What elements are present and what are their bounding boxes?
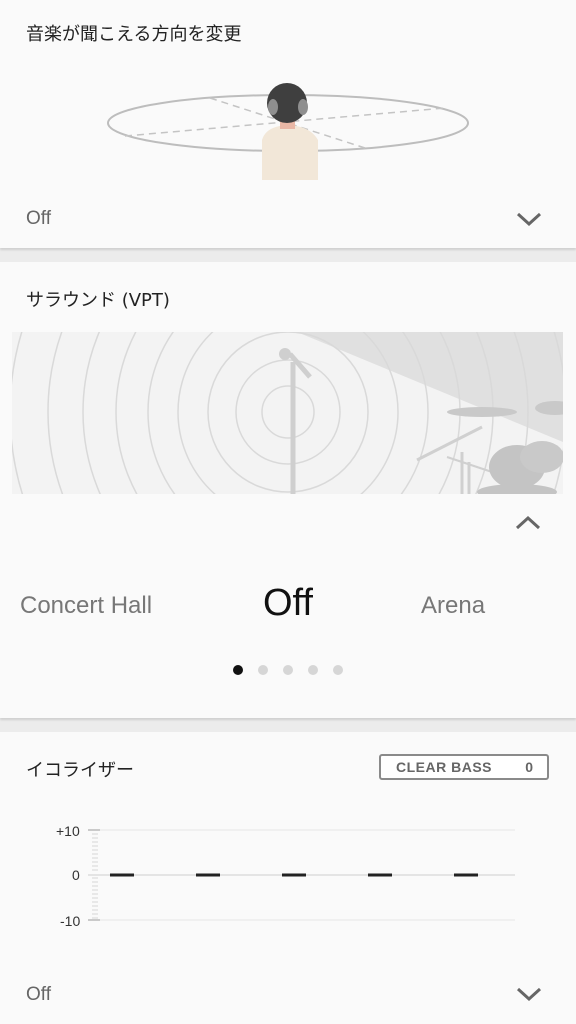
equalizer-card: イコライザー CLEAR BASS 0 +10 0 -10 Off (0, 732, 576, 1024)
page-dot[interactable] (258, 665, 268, 675)
clear-bass-label: CLEAR BASS (396, 759, 493, 775)
equalizer-value: Off (26, 984, 51, 1005)
sound-direction-title: 音楽が聞こえる方向を変更 (26, 24, 242, 45)
clear-bass-value: 0 (525, 759, 533, 775)
surround-banner-image (12, 332, 563, 494)
eq-band-handle[interactable] (454, 873, 478, 877)
page-dot[interactable] (283, 665, 293, 675)
eq-band-handle[interactable] (368, 873, 392, 877)
page-dot[interactable] (308, 665, 318, 675)
eq-plot (88, 829, 515, 921)
sound-direction-value: Off (26, 208, 51, 229)
surround-card: サラウンド (VPT) Concert Hall Off Arena (0, 262, 576, 718)
chevron-down-icon[interactable] (516, 985, 542, 1003)
eq-band-handle[interactable] (282, 873, 306, 877)
sound-direction-card: 音楽が聞こえる方向を変更 Off (0, 0, 576, 248)
eq-band-handle[interactable] (196, 873, 220, 877)
eq-band-handle[interactable] (110, 873, 134, 877)
surround-title: サラウンド (VPT) (26, 290, 170, 311)
page-dot[interactable] (233, 665, 243, 675)
equalizer-title: イコライザー (26, 760, 134, 781)
clear-bass-button[interactable]: CLEAR BASS 0 (379, 754, 549, 780)
chevron-down-icon[interactable] (516, 210, 542, 228)
page-dot[interactable] (333, 665, 343, 675)
chevron-up-icon[interactable] (515, 514, 541, 532)
carousel-page-indicator (233, 665, 343, 675)
carousel-item-arena[interactable]: Arena (421, 592, 485, 620)
carousel-item-off[interactable]: Off (263, 582, 313, 624)
equalizer-graph[interactable]: +10 0 -10 (0, 812, 576, 942)
carousel-item-concert-hall[interactable]: Concert Hall (20, 592, 152, 620)
head-direction-illustration (107, 83, 469, 180)
